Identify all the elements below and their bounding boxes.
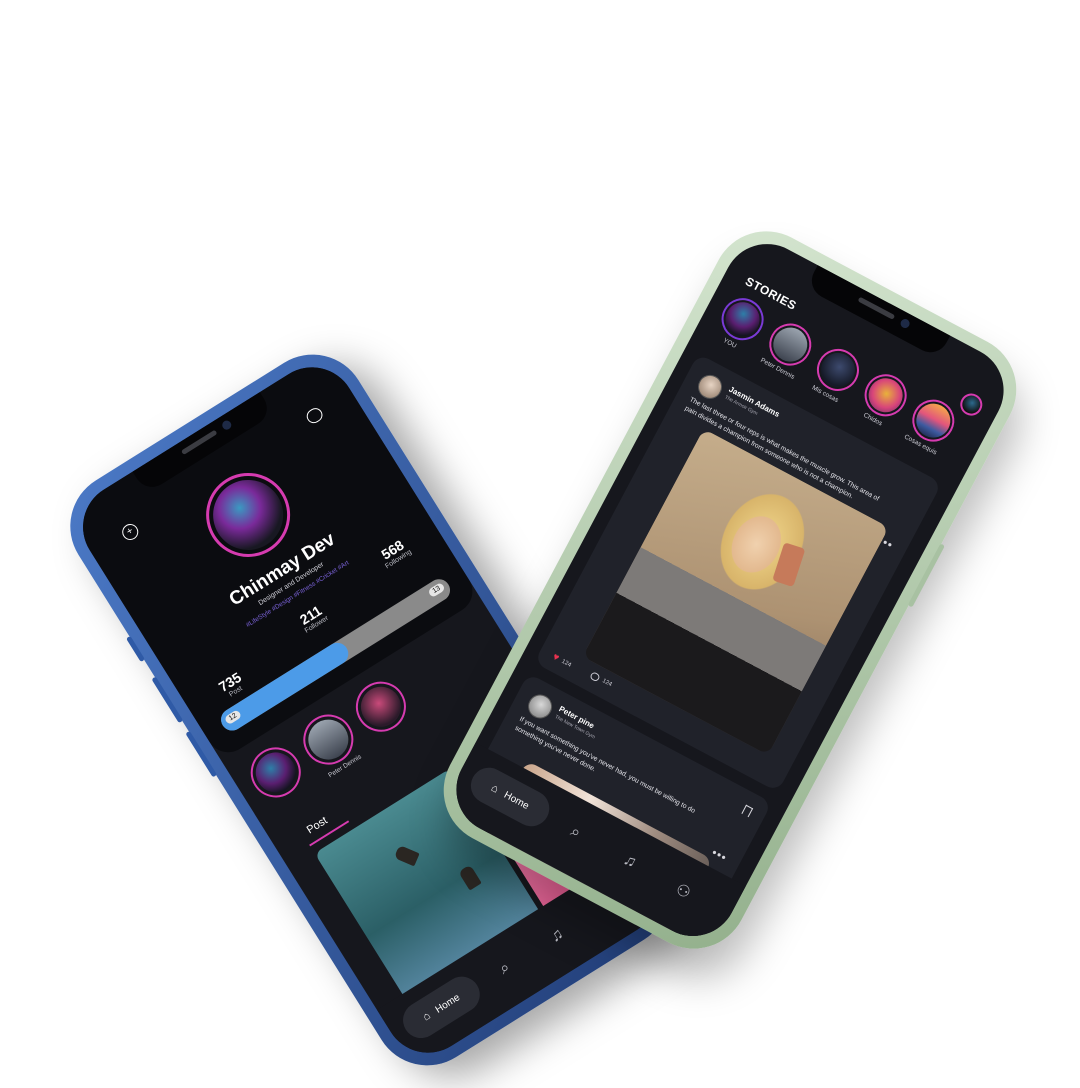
comment-count: 124 <box>601 678 613 689</box>
search-icon[interactable]: ⌕ <box>567 823 584 843</box>
search-icon[interactable]: ⌕ <box>497 959 514 979</box>
heart-icon: ♥ <box>550 651 562 664</box>
feed-phone-frame: STORIES YOU Peter Dennis Mis cosas Chido… <box>424 212 1036 968</box>
like-count: 124 <box>560 658 573 669</box>
nav-home-label: Home <box>502 789 531 812</box>
more-options-icon[interactable]: ••• <box>709 845 729 865</box>
level-next: 13 <box>427 581 446 598</box>
music-icon[interactable]: ♫ <box>620 851 640 873</box>
comment-control[interactable]: 124 <box>589 671 613 689</box>
person-shape <box>458 864 482 891</box>
music-icon[interactable]: ♫ <box>547 925 567 947</box>
like-control[interactable]: ♥ 124 <box>551 651 574 670</box>
home-icon: ⌂ <box>420 1009 433 1024</box>
comment-icon <box>589 671 601 683</box>
people-icon[interactable]: ⚇ <box>672 879 694 903</box>
bookmark-icon[interactable] <box>741 804 754 818</box>
person-shape <box>393 844 420 867</box>
feed-screen: STORIES YOU Peter Dennis Mis cosas Chido… <box>440 228 1020 952</box>
feed-phone: STORIES YOU Peter Dennis Mis cosas Chido… <box>424 212 1036 968</box>
nav-home-label: Home <box>433 991 462 1016</box>
image-detail <box>772 542 806 588</box>
home-icon: ⌂ <box>489 781 501 796</box>
